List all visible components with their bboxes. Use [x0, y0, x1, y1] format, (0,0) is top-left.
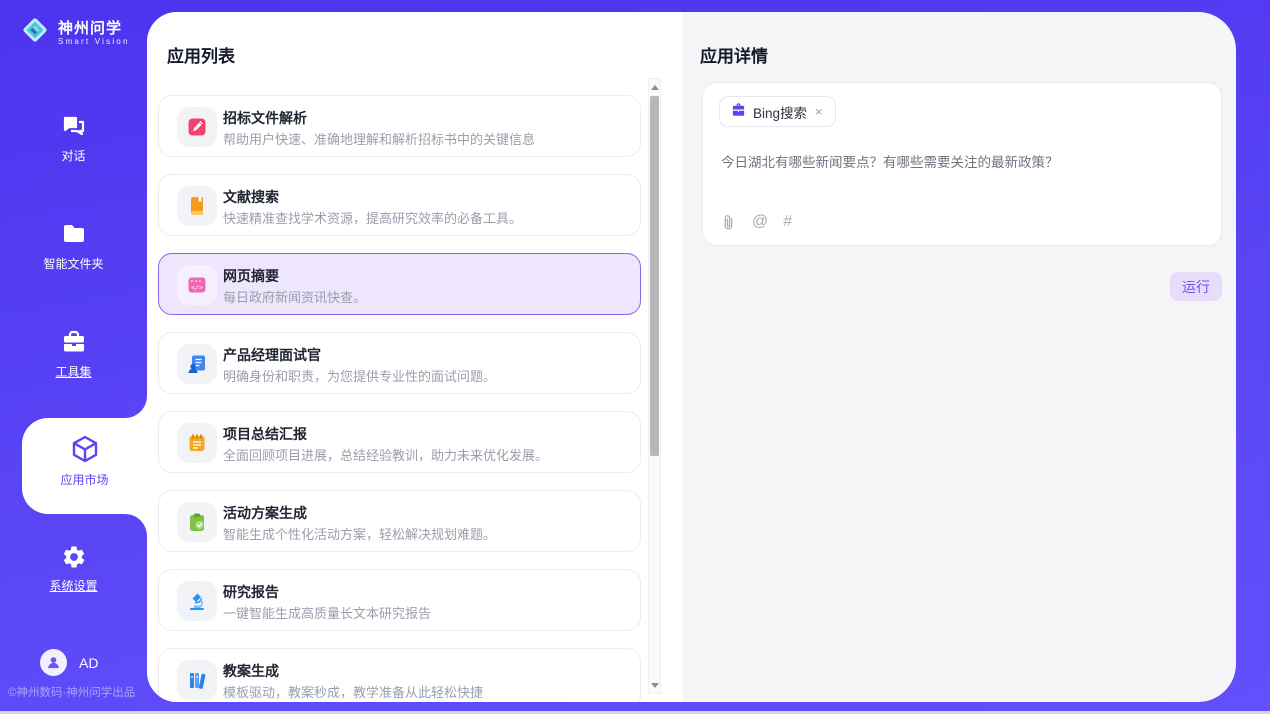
app-card-title: 教案生成 — [223, 661, 279, 681]
scroll-down-icon[interactable] — [649, 678, 660, 692]
list-scrollbar[interactable] — [648, 78, 661, 694]
browser-code-icon: </> — [177, 265, 217, 305]
prompt-text-input[interactable]: 今日湖北有哪些新闻要点？有哪些需要关注的最新政策？ — [721, 151, 1201, 171]
gear-icon — [0, 544, 147, 570]
active-tab-fillet-bottom — [125, 514, 147, 536]
sidebar-item-label: 系统设置 — [0, 577, 147, 594]
app-card-event-plan[interactable]: 活动方案生成 智能生成个性化活动方案，轻松解决规划难题。 — [158, 490, 641, 552]
app-card-desc: 明确身份和职责，为您提供专业性的面试问题。 — [223, 366, 496, 385]
sidebar-item-label: 应用市场 — [22, 471, 147, 488]
app-card-project-summary[interactable]: 项目总结汇报 全面回顾项目进展，总结经验教训，助力未来优化发展。 — [158, 411, 641, 473]
folder-icon — [0, 220, 147, 248]
copyright-footer: ©神州数码·神州问学出品 — [8, 684, 135, 700]
app-card-title: 产品经理面试官 — [223, 345, 321, 365]
diamond-logo-icon — [20, 15, 50, 50]
pen-square-icon — [177, 107, 217, 147]
cube-icon — [22, 433, 147, 465]
attachment-icon[interactable] — [720, 214, 737, 231]
sidebar: 神州问学 Smart Vision 对话 智能文件夹 工具集 — [0, 0, 147, 714]
active-tab-fillet-top — [125, 396, 147, 418]
app-card-title: 活动方案生成 — [223, 503, 307, 523]
app-card-web-summary[interactable]: </> 网页摘要 每日政府新闻资讯快查。 — [158, 253, 641, 315]
app-card-desc: 快速精准查找学术资源，提高研究效率的必备工具。 — [223, 208, 522, 227]
app-list-title: 应用列表 — [167, 42, 235, 67]
app-card-title: 网页摘要 — [223, 266, 279, 286]
app-card-research-report[interactable]: 研究报告 一键智能生成高质量长文本研究报告 — [158, 569, 641, 631]
app-card-literature-search[interactable]: 文献搜索 快速精准查找学术资源，提高研究效率的必备工具。 — [158, 174, 641, 236]
scrollbar-thumb[interactable] — [650, 96, 659, 456]
notepad-icon — [177, 423, 217, 463]
user-name: AD — [79, 655, 98, 671]
app-list-panel: 应用列表 招标文件解析 帮助用户快速、准确地理解和解析招标书中的关键信息 — [147, 12, 683, 702]
app-card-desc: 每日政府新闻资讯快查。 — [223, 287, 366, 306]
sidebar-item-label: 对话 — [0, 147, 147, 164]
app-card-desc: 一键智能生成高质量长文本研究报告 — [223, 603, 431, 622]
app-card-title: 文献搜索 — [223, 187, 279, 207]
microscope-icon — [177, 581, 217, 621]
brand-name: 神州问学 — [58, 20, 130, 37]
app-card-desc: 帮助用户快速、准确地理解和解析招标书中的关键信息 — [223, 129, 535, 148]
hash-icon[interactable]: # — [783, 213, 792, 231]
briefcase-icon — [731, 102, 746, 122]
mention-icon[interactable]: @ — [752, 213, 768, 231]
avatar — [40, 649, 67, 676]
sidebar-item-smart-folder[interactable]: 智能文件夹 — [0, 220, 147, 272]
input-toolbar: @ # — [720, 213, 792, 231]
sidebar-item-chat[interactable]: 对话 — [0, 112, 147, 164]
close-icon[interactable]: × — [814, 104, 824, 119]
sidebar-item-settings[interactable]: 系统设置 — [0, 544, 147, 594]
run-button[interactable]: 运行 — [1170, 272, 1222, 301]
brand-logo: 神州问学 Smart Vision — [20, 15, 130, 50]
user-account[interactable]: AD — [40, 649, 98, 676]
app-card-title: 研究报告 — [223, 582, 279, 602]
person-doc-icon — [177, 344, 217, 384]
app-detail-panel: 应用详情 Bing搜索 × 今日湖北有哪些新闻要点？有哪些需要关注的最新政策？ — [683, 12, 1236, 702]
brand-subtitle: Smart Vision — [58, 37, 130, 46]
sidebar-item-label: 智能文件夹 — [0, 255, 147, 272]
sidebar-item-app-market[interactable]: 应用市场 — [22, 418, 147, 514]
app-card-lesson-plan[interactable]: 教案生成 模板驱动，教案秒成，教学准备从此轻松快捷 — [158, 648, 641, 702]
books-icon — [177, 660, 217, 700]
sidebar-item-toolset[interactable]: 工具集 — [0, 328, 147, 380]
toolbox-icon — [0, 328, 147, 356]
app-card-bid-parse[interactable]: 招标文件解析 帮助用户快速、准确地理解和解析招标书中的关键信息 — [158, 95, 641, 157]
clipboard-check-icon — [177, 502, 217, 542]
app-card-desc: 模板驱动，教案秒成，教学准备从此轻松快捷 — [223, 682, 483, 701]
prompt-input-card: Bing搜索 × 今日湖北有哪些新闻要点？有哪些需要关注的最新政策？ @ # — [702, 82, 1222, 246]
main-content: 应用列表 招标文件解析 帮助用户快速、准确地理解和解析招标书中的关键信息 — [147, 12, 1236, 702]
tool-tag-bing-search[interactable]: Bing搜索 × — [719, 96, 836, 127]
app-card-title: 招标文件解析 — [223, 108, 307, 128]
tool-tag-label: Bing搜索 — [753, 102, 807, 122]
svg-text:</>: </> — [191, 284, 203, 292]
chat-icon — [0, 112, 147, 140]
app-card-title: 项目总结汇报 — [223, 424, 307, 444]
app-card-pm-interviewer[interactable]: 产品经理面试官 明确身份和职责，为您提供专业性的面试问题。 — [158, 332, 641, 394]
app-card-desc: 智能生成个性化活动方案，轻松解决规划难题。 — [223, 524, 496, 543]
app-detail-title: 应用详情 — [700, 42, 768, 67]
book-icon — [177, 186, 217, 226]
sidebar-item-label: 工具集 — [0, 363, 147, 380]
app-card-desc: 全面回顾项目进展，总结经验教训，助力未来优化发展。 — [223, 445, 548, 464]
scroll-up-icon[interactable] — [649, 80, 660, 94]
